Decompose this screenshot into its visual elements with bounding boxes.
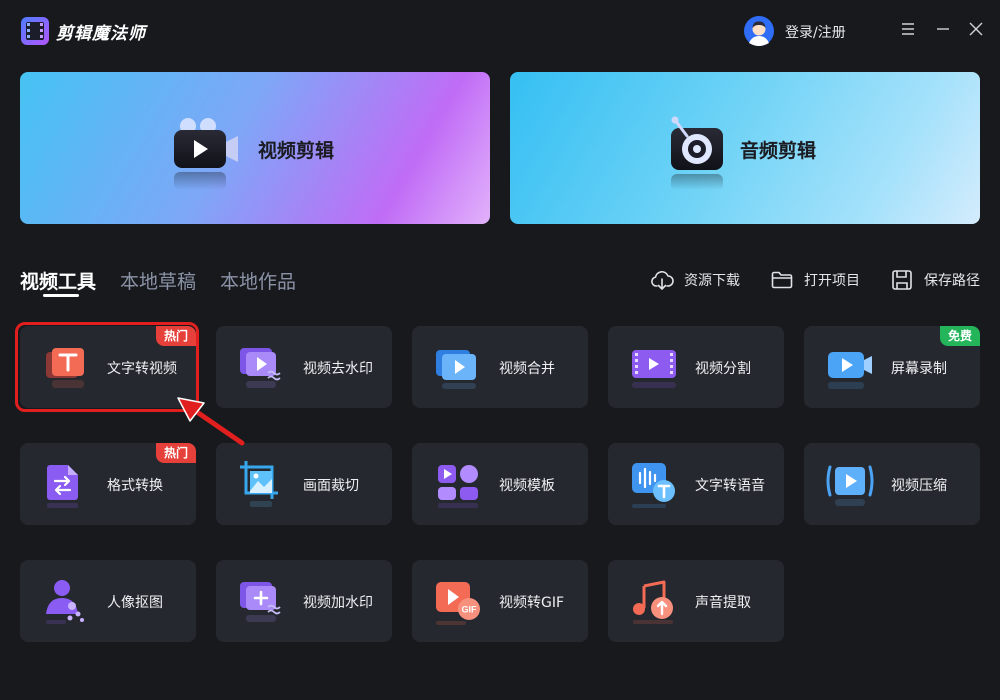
audio-edit-label: 音频剪辑: [740, 140, 817, 162]
tool-label: 视频加水印: [303, 595, 373, 611]
video-template-icon: [438, 465, 478, 508]
audio-extract-icon: [633, 580, 673, 624]
tool-label: 文字转语音: [695, 478, 765, 494]
menu-button[interactable]: [900, 21, 916, 37]
hamburger-menu-icon: [902, 23, 914, 35]
svg-text:GIF: GIF: [462, 605, 478, 615]
minimize-icon: [937, 28, 949, 30]
tool-label: 视频模板: [499, 478, 555, 494]
add-watermark-icon: [240, 582, 281, 622]
tab-local-works[interactable]: 本地作品: [220, 267, 296, 294]
tool-label: 视频去水印: [303, 361, 373, 377]
close-button[interactable]: [968, 21, 984, 37]
screen-record-icon: [828, 352, 872, 389]
resource-download-button[interactable]: 资源下载: [650, 268, 740, 292]
video-compress-icon: [826, 465, 874, 506]
audio-edit-card[interactable]: 音频剪辑: [510, 72, 980, 224]
tool-video-split[interactable]: 视频分割: [608, 326, 784, 408]
tool-crop[interactable]: 画面裁切: [216, 443, 392, 525]
crop-icon: [240, 461, 278, 507]
login-register-link[interactable]: 登录/注册: [785, 22, 846, 42]
video-split-icon: [632, 350, 676, 388]
tool-audio-extract[interactable]: 声音提取: [608, 560, 784, 642]
remove-watermark-icon: [240, 348, 281, 388]
tool-label: 视频合并: [499, 361, 555, 377]
tool-video-to-gif[interactable]: GIF 视频转GIF: [412, 560, 588, 642]
tab-video-tools[interactable]: 视频工具: [20, 267, 96, 294]
save-path-label: 保存路径: [924, 273, 980, 289]
app-logo-icon: [21, 17, 49, 45]
tool-text-to-speech[interactable]: 文字转语音: [608, 443, 784, 525]
video-camera-icon: [174, 118, 238, 190]
format-convert-icon: [47, 465, 78, 508]
audio-disc-icon: [671, 116, 723, 190]
tool-label: 文字转视频: [107, 361, 177, 377]
active-tab-underline: [43, 294, 79, 297]
folder-icon: [771, 271, 793, 289]
video-edit-label: 视频剪辑: [258, 140, 335, 162]
tool-label: 格式转换: [107, 478, 163, 494]
tool-remove-watermark[interactable]: 视频去水印: [216, 326, 392, 408]
tab-local-drafts[interactable]: 本地草稿: [120, 267, 196, 294]
video-edit-card[interactable]: 视频剪辑: [20, 72, 490, 224]
tool-video-template[interactable]: 视频模板: [412, 443, 588, 525]
tool-video-merge[interactable]: 视频合并: [412, 326, 588, 408]
video-merge-icon: [436, 350, 476, 389]
user-avatar-icon[interactable]: [744, 16, 774, 46]
tool-label: 人像抠图: [107, 595, 163, 611]
resource-download-label: 资源下载: [684, 273, 740, 289]
tool-text-to-video[interactable]: 文字转视频 热门: [20, 326, 196, 408]
open-project-label: 打开项目: [804, 273, 860, 289]
hot-badge: 热门: [155, 326, 196, 346]
tool-label: 视频分割: [695, 361, 751, 377]
tool-label: 视频压缩: [891, 478, 947, 494]
tool-format-convert[interactable]: 格式转换 热门: [20, 443, 196, 525]
cloud-download-icon: [651, 270, 674, 290]
tool-label: 画面裁切: [303, 478, 359, 494]
text-to-speech-icon: [632, 463, 675, 508]
save-path-button[interactable]: 保存路径: [890, 268, 980, 292]
text-to-video-icon: [46, 348, 84, 388]
tool-portrait-cutout[interactable]: 人像抠图: [20, 560, 196, 642]
hot-badge: 热门: [155, 443, 196, 463]
video-to-gif-icon: GIF: [436, 582, 480, 625]
portrait-cutout-icon: [46, 580, 84, 624]
close-icon: [969, 22, 983, 36]
tool-add-watermark[interactable]: 视频加水印: [216, 560, 392, 642]
tool-label: 视频转GIF: [499, 595, 565, 611]
tool-screen-record[interactable]: 屏幕录制 免费: [804, 326, 980, 408]
tool-video-compress[interactable]: 视频压缩: [804, 443, 980, 525]
tool-label: 屏幕录制: [891, 361, 947, 377]
free-badge: 免费: [939, 326, 980, 346]
open-project-button[interactable]: 打开项目: [770, 268, 860, 292]
app-title: 剪辑魔法师: [56, 24, 146, 44]
minimize-button[interactable]: [935, 21, 951, 37]
title-bar: 剪辑魔法师 登录/注册: [0, 0, 1000, 62]
tool-label: 声音提取: [695, 595, 751, 611]
save-disk-icon: [892, 270, 912, 290]
